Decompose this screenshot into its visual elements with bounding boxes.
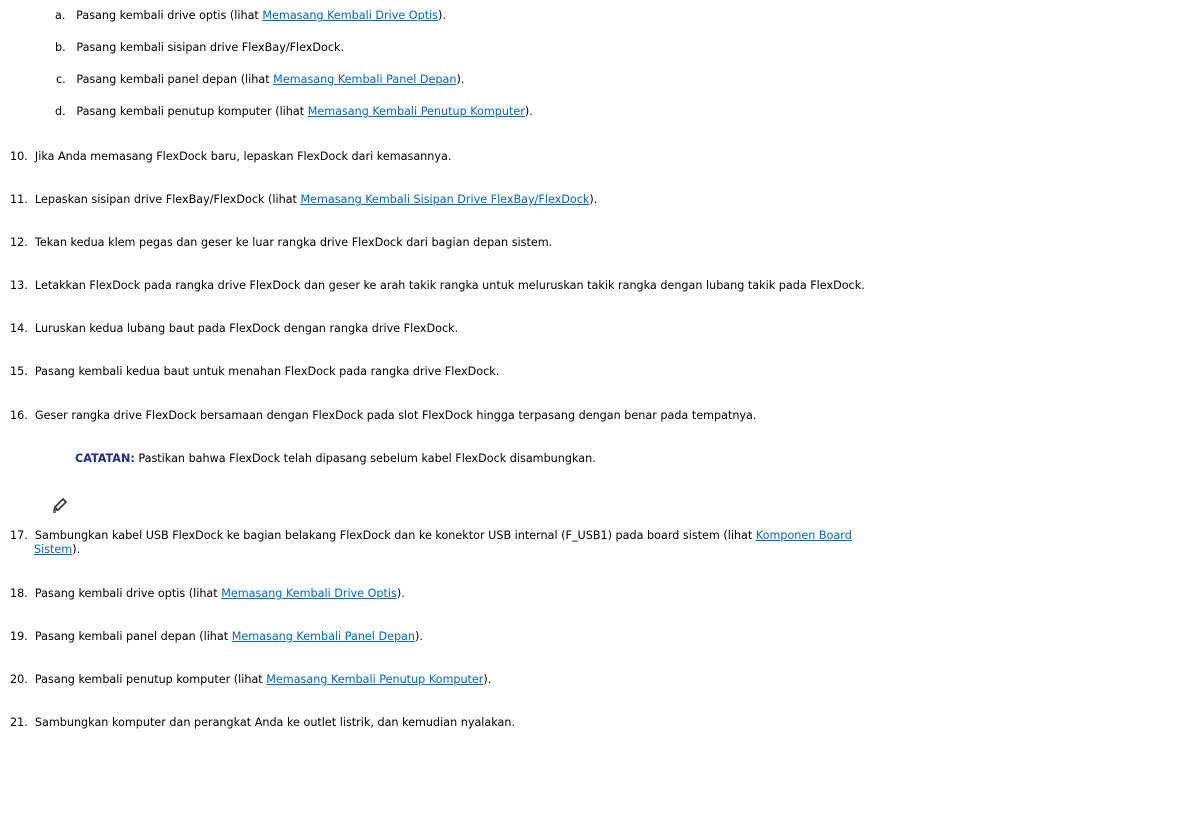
substep-text-end: ). <box>438 9 446 22</box>
step-number: 17. <box>10 529 28 542</box>
step-text: Luruskan kedua lubang baut pada FlexDock… <box>34 322 459 335</box>
note: CATATAN: Pastikan bahwa FlexDock telah d… <box>75 452 596 466</box>
step-text: Geser rangka drive FlexDock bersamaan de… <box>34 409 757 422</box>
step-text: Pasang kembali penutup komputer (lihat <box>34 673 267 686</box>
step-number: 12. <box>10 236 28 249</box>
step-21: 21. Sambungkan komputer dan perangkat An… <box>10 716 515 730</box>
substep-c: c. Pasang kembali panel depan (lihat Mem… <box>56 73 464 87</box>
note-text: Pastikan bahwa FlexDock telah dipasang s… <box>134 452 596 465</box>
link-memasang-kembali-sisipan-drive[interactable]: Memasang Kembali Sisipan Drive FlexBay/F… <box>301 193 590 206</box>
substep-text: Pasang kembali drive optis (lihat <box>76 9 263 22</box>
step-number: 16. <box>10 409 28 422</box>
step-12: 12. Tekan kedua klem pegas dan geser ke … <box>10 236 552 250</box>
step-text-end: ). <box>72 543 81 556</box>
step-text-end: ). <box>396 587 405 600</box>
link-memasang-kembali-drive-optis[interactable]: Memasang Kembali Drive Optis <box>221 587 397 600</box>
link-memasang-kembali-drive-optis[interactable]: Memasang Kembali Drive Optis <box>262 9 438 22</box>
step-text-end: ). <box>589 193 598 206</box>
step-number: 11. <box>10 193 28 206</box>
link-komponen-board-sistem-cont[interactable]: Sistem <box>34 543 72 556</box>
step-20: 20. Pasang kembali penutup komputer (lih… <box>10 673 491 687</box>
step-17-continued: Sistem). <box>34 543 80 557</box>
step-14: 14. Luruskan kedua lubang baut pada Flex… <box>10 322 458 336</box>
substep-marker: b. <box>55 41 66 54</box>
step-13: 13. Letakkan FlexDock pada rangka drive … <box>10 279 865 293</box>
step-number: 18. <box>10 587 28 600</box>
step-number: 14. <box>10 322 28 335</box>
step-text: Jika Anda memasang FlexDock baru, lepask… <box>34 150 452 163</box>
substep-text-end: ). <box>456 73 465 86</box>
substep-b: b. Pasang kembali sisipan drive FlexBay/… <box>55 41 344 55</box>
pencil-note-icon <box>53 498 67 513</box>
step-text: Letakkan FlexDock pada rangka drive Flex… <box>34 279 865 292</box>
substep-text: Pasang kembali sisipan drive FlexBay/Fle… <box>76 41 345 54</box>
substep-text: Pasang kembali panel depan (lihat <box>76 73 274 86</box>
step-text: Sambungkan kabel USB FlexDock ke bagian … <box>34 529 756 542</box>
step-10: 10. Jika Anda memasang FlexDock baru, le… <box>10 150 451 164</box>
step-number: 20. <box>10 673 28 686</box>
link-komponen-board-sistem[interactable]: Komponen Board <box>756 529 852 542</box>
step-text: Pasang kembali kedua baut untuk menahan … <box>34 365 500 378</box>
step-number: 21. <box>10 716 28 729</box>
step-17: 17. Sambungkan kabel USB FlexDock ke bag… <box>10 529 1130 543</box>
step-text: Sambungkan komputer dan perangkat Anda k… <box>34 716 516 729</box>
step-number: 15. <box>10 365 28 378</box>
step-text-end: ). <box>483 673 492 686</box>
step-18: 18. Pasang kembali drive optis (lihat Me… <box>10 587 405 601</box>
step-15: 15. Pasang kembali kedua baut untuk mena… <box>10 365 499 379</box>
substep-d: d. Pasang kembali penutup komputer (liha… <box>55 105 533 119</box>
link-memasang-kembali-panel-depan[interactable]: Memasang Kembali Panel Depan <box>273 73 456 86</box>
step-19: 19. Pasang kembali panel depan (lihat Me… <box>10 630 423 644</box>
step-text: Lepaskan sisipan drive FlexBay/FlexDock … <box>34 193 301 206</box>
note-label: CATATAN: <box>75 452 135 465</box>
step-text: Pasang kembali panel depan (lihat <box>34 630 232 643</box>
step-text: Pasang kembali drive optis (lihat <box>34 587 222 600</box>
link-memasang-kembali-panel-depan[interactable]: Memasang Kembali Panel Depan <box>232 630 415 643</box>
step-text: Tekan kedua klem pegas dan geser ke luar… <box>34 236 553 249</box>
substep-a: a. Pasang kembali drive optis (lihat Mem… <box>55 9 446 23</box>
step-number: 10. <box>10 150 28 163</box>
substep-marker: c. <box>56 73 66 86</box>
step-text-end: ). <box>415 630 423 643</box>
step-number: 13. <box>10 279 28 292</box>
substep-text: Pasang kembali penutup komputer (lihat <box>76 105 308 118</box>
step-16: 16. Geser rangka drive FlexDock bersamaa… <box>10 409 756 423</box>
link-memasang-kembali-penutup-komputer[interactable]: Memasang Kembali Penutup Komputer <box>308 105 525 118</box>
substep-text-end: ). <box>524 105 533 118</box>
substep-marker: a. <box>55 9 66 22</box>
step-11: 11. Lepaskan sisipan drive FlexBay/FlexD… <box>10 193 597 207</box>
link-memasang-kembali-penutup-komputer[interactable]: Memasang Kembali Penutup Komputer <box>266 673 483 686</box>
substep-marker: d. <box>55 105 66 118</box>
step-number: 19. <box>10 630 28 643</box>
